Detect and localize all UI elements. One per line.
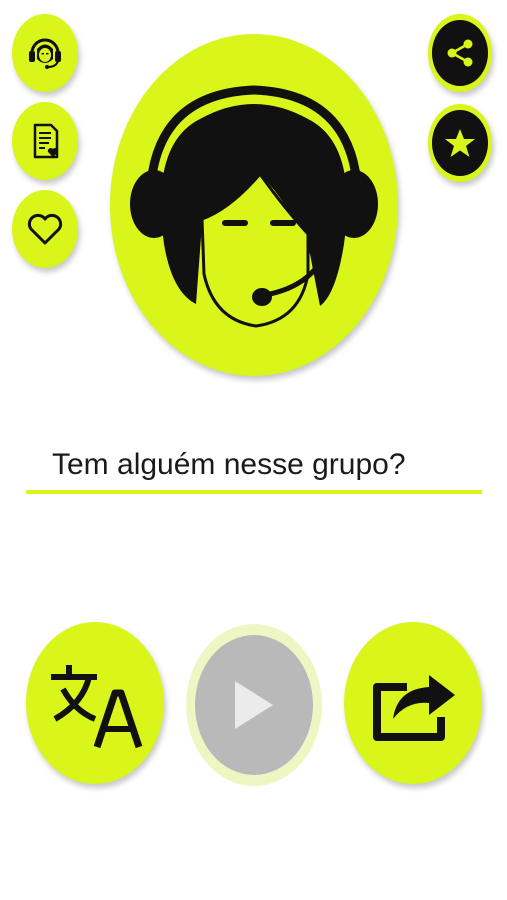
phrase-underline — [26, 490, 482, 494]
favorite-button[interactable] — [12, 190, 78, 268]
share-button-inner — [432, 20, 488, 86]
avatar — [110, 34, 398, 376]
translate-button[interactable] — [26, 622, 164, 784]
rate-button-inner — [432, 110, 488, 176]
share-icon — [447, 39, 473, 67]
rate-button[interactable] — [428, 104, 492, 182]
play-icon — [235, 681, 273, 729]
play-button[interactable] — [186, 624, 322, 786]
favorite-list-button[interactable] — [12, 102, 78, 180]
heart-icon — [27, 213, 63, 245]
play-button-inner — [195, 635, 313, 775]
translate-icon — [51, 665, 143, 749]
star-icon — [445, 129, 475, 157]
share-out-icon — [373, 675, 455, 741]
share-out-button[interactable] — [344, 622, 482, 784]
headset-agent-icon — [29, 38, 61, 69]
phrase-text: Tem alguém nesse grupo? — [52, 448, 406, 481]
document-heart-icon — [33, 123, 59, 159]
phrase-field[interactable]: Tem alguém nesse grupo? — [26, 440, 482, 500]
support-agent-button[interactable] — [12, 14, 78, 92]
share-button[interactable] — [428, 14, 492, 92]
headset-woman-icon — [130, 85, 378, 328]
